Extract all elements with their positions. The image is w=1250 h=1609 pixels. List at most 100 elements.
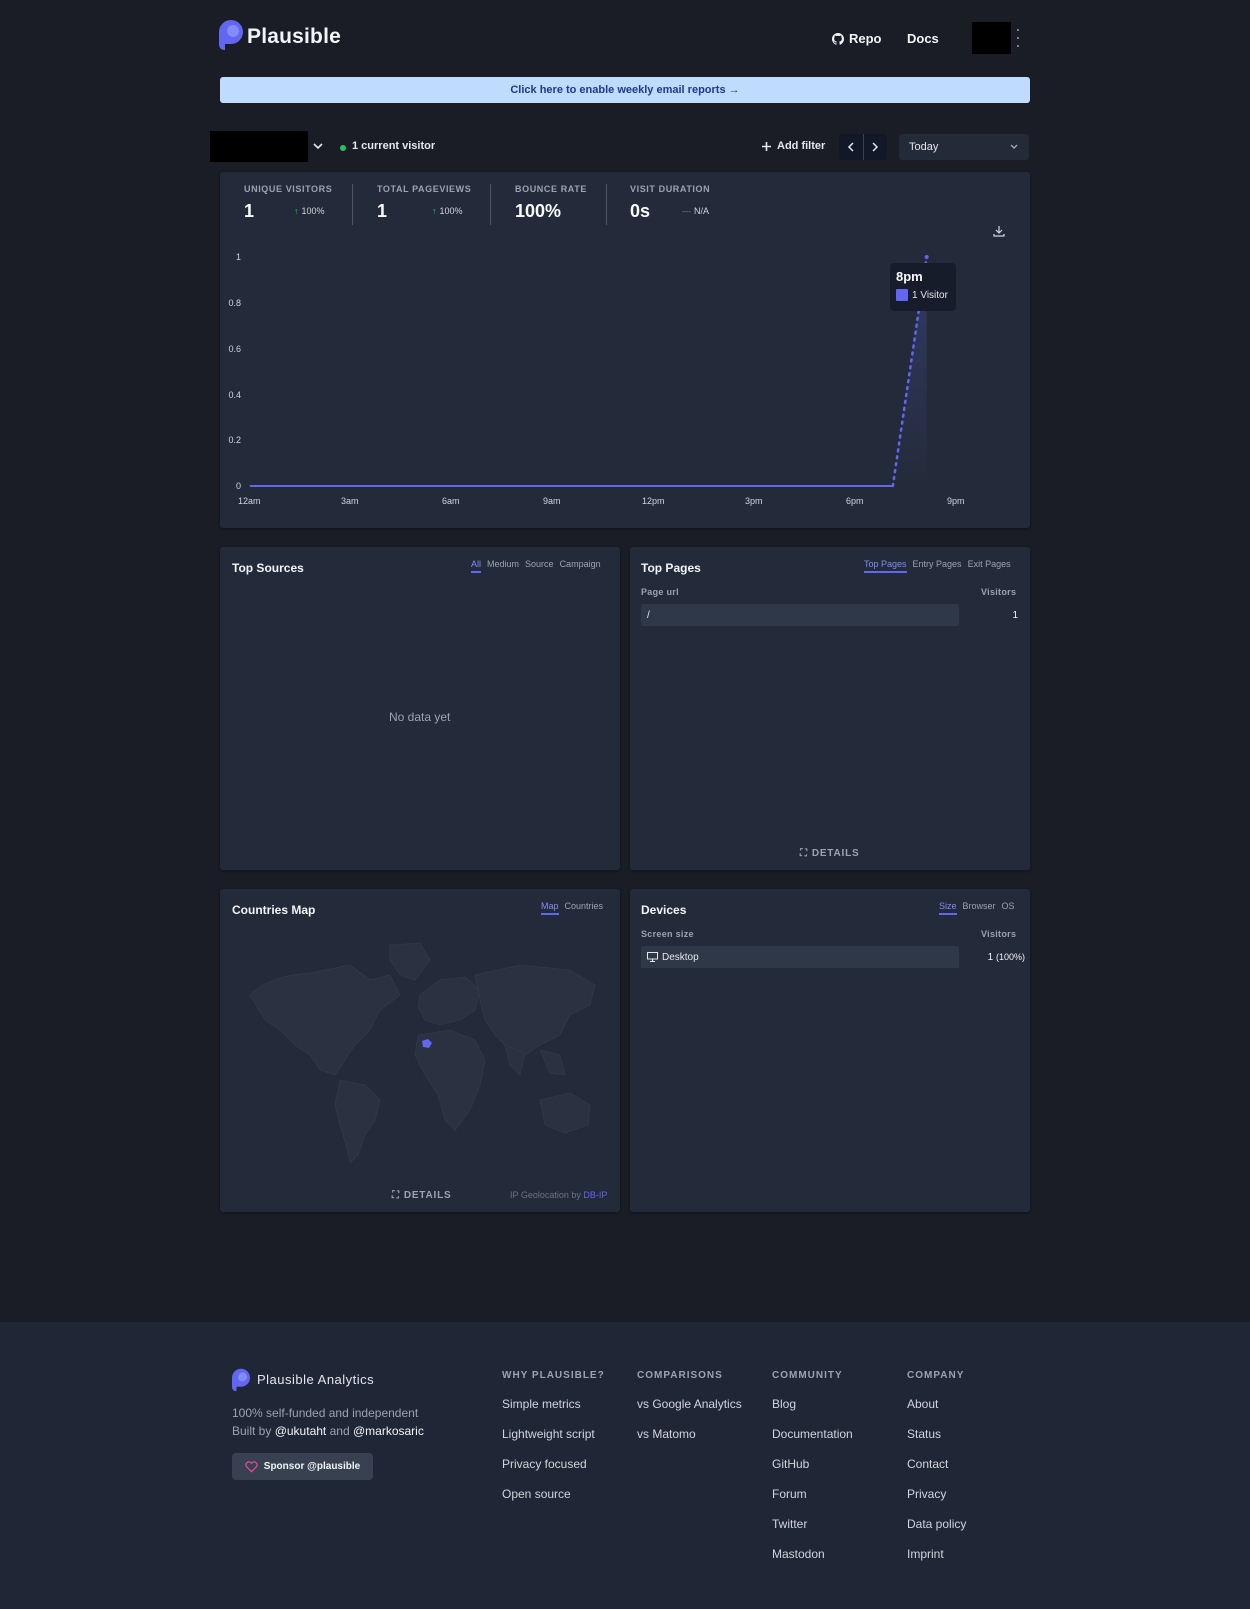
arrow-up-icon: ↑ xyxy=(294,206,299,216)
stat-visit-duration[interactable]: VISIT DURATION 0s — N/A xyxy=(630,184,711,221)
db-ip-link[interactable]: DB-IP xyxy=(583,1190,607,1200)
heart-icon xyxy=(245,1460,258,1472)
user-avatar[interactable] xyxy=(972,22,1011,54)
plausible-logo-icon[interactable] xyxy=(219,20,243,50)
stat-label: BOUNCE RATE xyxy=(515,184,587,194)
legend-swatch xyxy=(896,289,908,301)
tab-source[interactable]: Source xyxy=(525,559,554,573)
current-visitors[interactable]: 1 current visitor xyxy=(352,140,435,152)
geo-prefix: IP Geolocation by xyxy=(510,1190,581,1200)
footer-link[interactable]: Blog xyxy=(772,1397,796,1411)
brand-name[interactable]: Plausible xyxy=(247,25,341,49)
stat-label: VISIT DURATION xyxy=(630,184,711,194)
footer-link[interactable]: Forum xyxy=(772,1487,807,1501)
chevron-down-icon xyxy=(1010,144,1018,149)
chevron-down-icon[interactable] xyxy=(312,140,324,152)
tab-browser[interactable]: Browser xyxy=(963,901,996,915)
geo-attribution: IP Geolocation by DB-IP xyxy=(510,1190,607,1200)
stat-change-value: N/A xyxy=(694,206,710,216)
plus-icon xyxy=(762,141,771,151)
top-pages-title: Top Pages xyxy=(641,561,701,575)
x-tick-label: 9pm xyxy=(947,496,965,506)
footer xyxy=(0,1322,1250,1609)
y-tick-label: 0.4 xyxy=(228,390,241,400)
tooltip-row: 1 Visitor xyxy=(896,289,950,301)
y-tick-label: 0.2 xyxy=(228,435,241,445)
footer-link[interactable]: Open source xyxy=(502,1487,571,1501)
stat-change-value: 100% xyxy=(439,206,463,216)
footer-tagline: 100% self-funded and independent xyxy=(232,1406,419,1420)
tab-all[interactable]: All xyxy=(471,559,482,573)
footer-link[interactable]: Mastodon xyxy=(772,1547,825,1561)
chevron-left-icon xyxy=(847,142,854,152)
footer-link[interactable]: vs Matomo xyxy=(637,1427,696,1441)
add-filter-button[interactable]: Add filter xyxy=(762,140,825,152)
top-pages-details-button[interactable]: ⛶ DETAILS xyxy=(800,848,859,859)
stat-label: UNIQUE VISITORS xyxy=(244,184,333,194)
footer-heading-company: COMPANY xyxy=(907,1370,965,1381)
sponsor-label: Sponsor @plausible xyxy=(263,1461,361,1472)
tab-entry-pages[interactable]: Entry Pages xyxy=(913,559,962,573)
footer-link[interactable]: Imprint xyxy=(907,1547,944,1561)
footer-link[interactable]: Data policy xyxy=(907,1517,966,1531)
footer-link[interactable]: Privacy focused xyxy=(502,1457,587,1471)
email-reports-banner[interactable]: Click here to enable weekly email report… xyxy=(220,77,1030,103)
footer-brand: Plausible Analytics xyxy=(257,1372,375,1387)
tab-campaign[interactable]: Campaign xyxy=(560,559,601,573)
list-item[interactable]: / xyxy=(641,604,959,626)
footer-link[interactable]: Status xyxy=(907,1427,941,1441)
top-pages-card xyxy=(630,547,1030,870)
built-prefix: Built by xyxy=(232,1424,272,1438)
x-tick-label: 9am xyxy=(543,496,561,506)
and-text: and xyxy=(329,1424,350,1438)
repo-link[interactable]: Repo xyxy=(832,31,882,46)
devices-tabs: Size Browser OS xyxy=(939,901,1015,915)
main-graph-card xyxy=(220,172,1030,528)
sponsor-button[interactable]: Sponsor @plausible xyxy=(232,1453,373,1480)
y-tick-label: 1 xyxy=(235,252,241,262)
stat-unique-visitors[interactable]: UNIQUE VISITORS 1 ↑ 100% xyxy=(244,184,333,221)
tab-exit-pages[interactable]: Exit Pages xyxy=(968,559,1011,573)
countries-details-button[interactable]: ⛶ DETAILS xyxy=(392,1190,451,1201)
footer-link[interactable]: Twitter xyxy=(772,1517,807,1531)
author-link-ukutaht[interactable]: @ukutaht xyxy=(275,1424,327,1438)
stat-total-pageviews[interactable]: TOTAL PAGEVIEWS 1 ↑ 100% xyxy=(377,184,471,221)
footer-heading-why: WHY PLAUSIBLE? xyxy=(502,1370,605,1381)
stat-value: 1 xyxy=(377,201,388,221)
footer-built-by: Built by @ukutaht and @markosaric xyxy=(232,1424,424,1438)
github-icon xyxy=(832,32,844,45)
stat-change: ↑ 100% xyxy=(432,206,463,216)
footer-link[interactable]: GitHub xyxy=(772,1457,809,1471)
footer-link[interactable]: About xyxy=(907,1397,938,1411)
plausible-logo-icon xyxy=(232,1368,250,1392)
tab-map[interactable]: Map xyxy=(541,901,559,915)
footer-link[interactable]: Contact xyxy=(907,1457,948,1471)
docs-link[interactable]: Docs xyxy=(907,31,939,46)
add-filter-label: Add filter xyxy=(777,140,826,152)
next-period-button[interactable] xyxy=(864,134,888,160)
expand-icon: ⛶ xyxy=(392,1190,400,1201)
expand-icon: ⛶ xyxy=(800,848,808,859)
download-icon[interactable] xyxy=(993,225,1005,237)
author-link-markosaric[interactable]: @markosaric xyxy=(353,1424,424,1438)
column-header-page-url: Page url xyxy=(641,587,679,597)
stat-bounce-rate[interactable]: BOUNCE RATE 100% xyxy=(515,184,587,221)
site-switcher[interactable] xyxy=(210,131,308,162)
world-map[interactable] xyxy=(240,935,602,1170)
list-item[interactable]: Desktop xyxy=(641,946,959,968)
tab-countries[interactable]: Countries xyxy=(565,901,604,915)
footer-link[interactable]: vs Google Analytics xyxy=(637,1397,742,1411)
footer-link[interactable]: Privacy xyxy=(907,1487,946,1501)
period-select[interactable]: Today xyxy=(899,134,1029,160)
tab-os[interactable]: OS xyxy=(1002,901,1015,915)
footer-link[interactable]: Simple metrics xyxy=(502,1397,581,1411)
tab-medium[interactable]: Medium xyxy=(487,559,519,573)
tab-size[interactable]: Size xyxy=(939,901,957,915)
footer-link[interactable]: Lightweight script xyxy=(502,1427,595,1441)
prev-period-button[interactable] xyxy=(839,134,864,160)
tab-top-pages[interactable]: Top Pages xyxy=(864,559,907,573)
footer-link[interactable]: Documentation xyxy=(772,1427,853,1441)
x-tick-label: 12pm xyxy=(642,496,665,506)
top-sources-card xyxy=(220,547,620,870)
more-menu-icon[interactable] xyxy=(1015,29,1021,47)
